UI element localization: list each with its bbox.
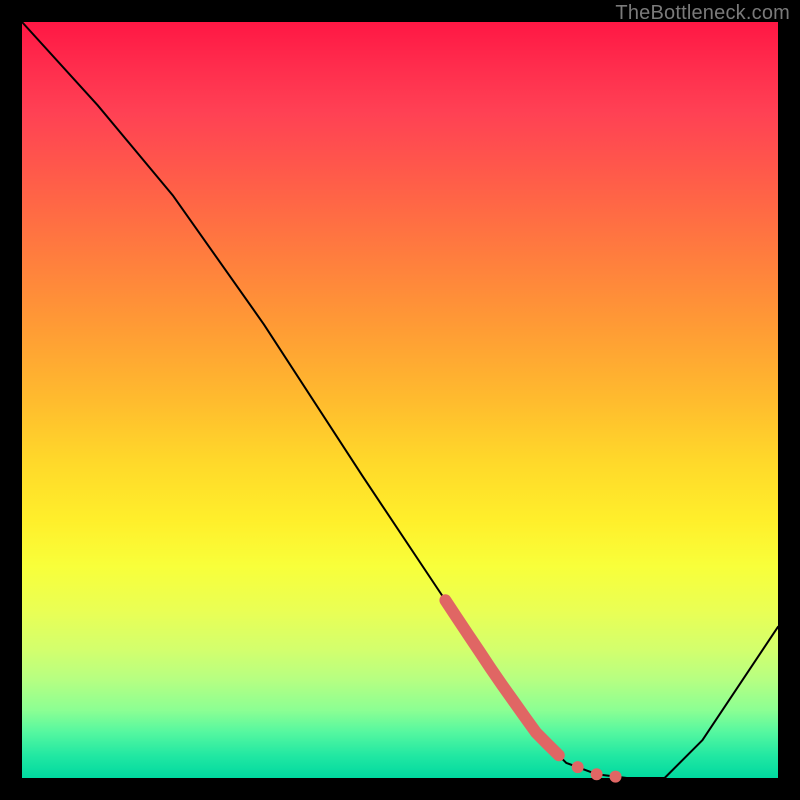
curve-svg	[22, 22, 778, 778]
highlight-dot	[572, 761, 584, 773]
plot-area	[22, 22, 778, 778]
bottleneck-curve-line	[22, 22, 778, 778]
highlight-dots	[572, 761, 622, 783]
highlight-segment	[445, 600, 558, 755]
chart-frame: TheBottleneck.com	[0, 0, 800, 800]
highlight-dot	[610, 771, 622, 783]
highlight-dot	[591, 768, 603, 780]
